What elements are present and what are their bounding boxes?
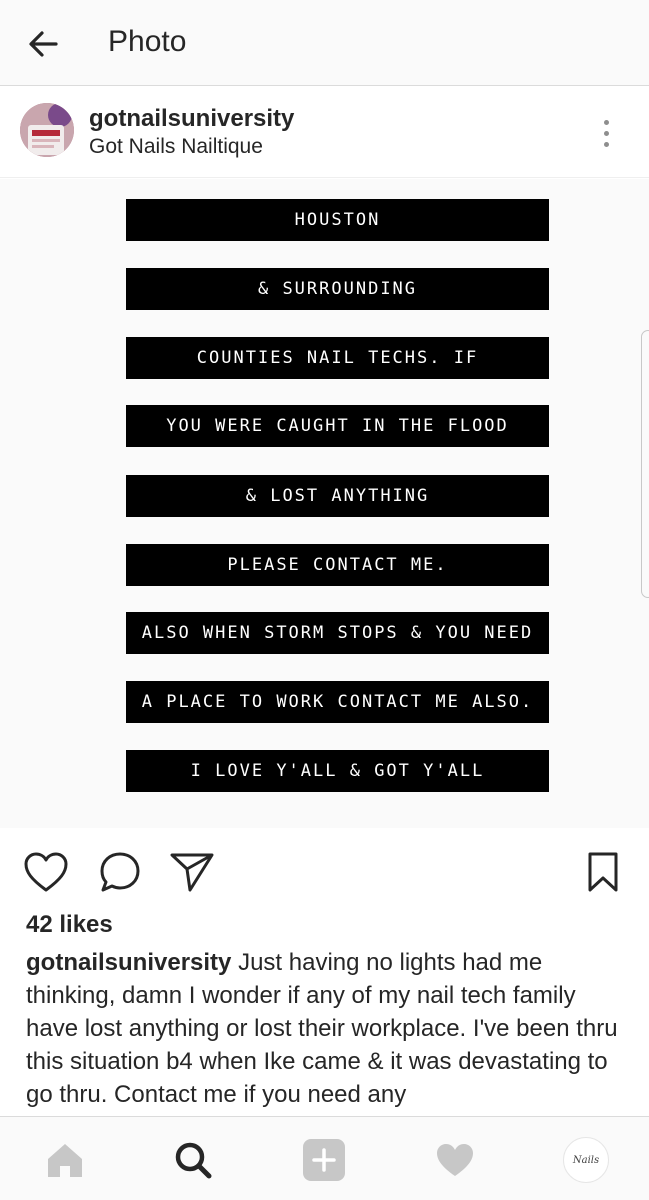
more-options-button[interactable]: [586, 108, 626, 158]
nav-add-post[interactable]: [299, 1135, 349, 1185]
image-text-line: PLEASE CONTACT ME.: [126, 544, 549, 586]
post-caption: gotnailsuniversity Just having no lights…: [26, 946, 626, 1114]
image-text-line: COUNTIES NAIL TECHS. IF: [126, 337, 549, 379]
nav-activity[interactable]: [430, 1135, 480, 1185]
profile-logo-text: Nails: [572, 1154, 600, 1166]
more-vertical-icon: [603, 119, 609, 125]
image-text-line: & LOST ANYTHING: [126, 475, 549, 517]
bookmark-icon: [588, 852, 618, 892]
bottom-navigation: Nails: [0, 1116, 649, 1200]
avatar[interactable]: [20, 103, 74, 157]
caption-username[interactable]: gotnailsuniversity: [26, 949, 231, 976]
back-button[interactable]: [22, 22, 66, 66]
nav-home[interactable]: [40, 1135, 90, 1185]
activity-heart-icon: [437, 1144, 473, 1176]
post-actions: [0, 828, 649, 908]
paper-plane-icon: [170, 853, 214, 892]
post-image[interactable]: HOUSTON & SURROUNDING COUNTIES NAIL TECH…: [0, 179, 649, 828]
post-location[interactable]: Got Nails Nailtique: [89, 134, 263, 160]
image-text-line: A PLACE TO WORK CONTACT ME ALSO.: [126, 681, 549, 723]
image-text-line: YOU WERE CAUGHT IN THE FLOOD: [126, 405, 549, 447]
comment-button[interactable]: [96, 848, 144, 896]
home-icon: [48, 1144, 82, 1177]
edge-panel-handle[interactable]: [641, 330, 649, 598]
image-text-line: I LOVE Y'ALL & GOT Y'ALL: [126, 750, 549, 792]
avatar-image: [20, 103, 74, 157]
more-dot: [603, 130, 609, 136]
add-post-icon: [303, 1139, 345, 1181]
top-bar: Photo: [0, 0, 649, 86]
nav-search[interactable]: [168, 1135, 218, 1185]
heart-outline-icon: [24, 852, 68, 892]
more-dot: [603, 141, 609, 147]
search-icon: [175, 1142, 212, 1179]
like-button[interactable]: [22, 848, 70, 896]
share-button[interactable]: [168, 848, 216, 896]
post-username[interactable]: gotnailsuniversity: [89, 104, 294, 134]
page-title: Photo: [108, 25, 187, 58]
post-header: gotnailsuniversity Got Nails Nailtique: [0, 86, 649, 178]
comment-bubble-icon: [100, 852, 140, 892]
save-button[interactable]: [579, 848, 627, 896]
image-text-line: HOUSTON: [126, 199, 549, 241]
nav-profile[interactable]: Nails: [561, 1135, 611, 1185]
image-text-line: ALSO WHEN STORM STOPS & YOU NEED: [126, 612, 549, 654]
likes-count[interactable]: 42 likes: [26, 910, 113, 940]
image-text-line: & SURROUNDING: [126, 268, 549, 310]
arrow-left-icon: [29, 31, 58, 57]
profile-avatar: Nails: [563, 1137, 609, 1183]
